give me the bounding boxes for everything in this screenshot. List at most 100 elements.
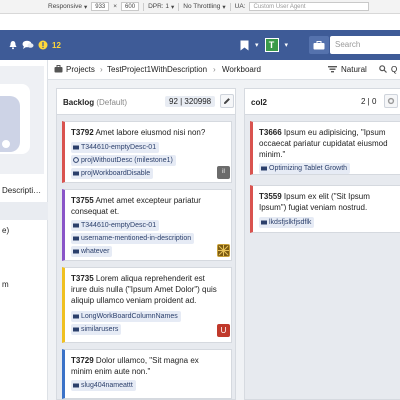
task-card[interactable]: T3792 Amet labore eiusmod nisi non? T344…: [62, 121, 232, 183]
briefcase-icon: [73, 248, 79, 254]
column-settings-button[interactable]: [384, 94, 398, 108]
project-tag[interactable]: T344610-emptyDesc-01: [71, 142, 160, 153]
sort-icon: [328, 65, 337, 75]
briefcase-icon[interactable]: [309, 36, 329, 54]
devtools-responsive-bar: Responsive ▾ 933 × 600 DPR: 1 ▾ No Throt…: [0, 0, 400, 14]
throttle-select[interactable]: No Throttling ▾: [183, 3, 225, 11]
task-card-title[interactable]: T3729 Dolor ullamco, "Sit magna ex minim…: [71, 355, 221, 377]
filter-button[interactable]: Q: [391, 65, 397, 74]
task-card[interactable]: T3559 Ipsum ex elit ("Sit Ipsum Ipsum") …: [250, 185, 400, 233]
tag-label: slug404nameattt: [81, 382, 133, 389]
tag-label: lkdsfjslkfjsdflk: [269, 219, 312, 226]
warning-icon[interactable]: [38, 40, 48, 50]
tag-label: similarusers: [81, 326, 119, 333]
briefcase-icon: [73, 313, 79, 319]
project-tag[interactable]: projWorkboardDisable: [71, 168, 154, 179]
task-card-title[interactable]: T3666 Ipsum eu adipisicing, "Ipsum occae…: [259, 127, 399, 160]
project-image-circle: [0, 138, 12, 150]
tag-label: LongWorkBoardColumnNames: [81, 313, 178, 320]
ua-input[interactable]: Custom User Agent: [249, 2, 370, 11]
top-navigation: 12 ▾ T ▾ Search: [0, 30, 400, 60]
tag-label: projWithoutDesc (milestone1): [81, 157, 173, 164]
workboard-column-col2: col2 2 | 0 T3666 Ipsum eu adipisicing, "…: [244, 88, 400, 400]
breadcrumb-project[interactable]: TestProject1WithDescription: [107, 65, 207, 74]
milestone-icon: [73, 156, 79, 163]
project-tag[interactable]: Optimizing Tablet Growth: [259, 163, 351, 174]
task-card-title[interactable]: T3735 Lorem aliqua reprehenderit est iru…: [71, 273, 221, 306]
briefcase-icon: [73, 382, 79, 388]
task-card-title[interactable]: T3792 Amet labore eiusmod nisi non?: [71, 127, 226, 138]
viewport-top-gap: [0, 14, 400, 30]
side-item-m[interactable]: m: [0, 280, 48, 289]
filter-search-icon[interactable]: [379, 65, 387, 75]
dpr-label: DPR: 1: [148, 3, 170, 10]
chat-icon[interactable]: [22, 40, 34, 50]
edit-column-button[interactable]: [220, 94, 234, 108]
column-title-text: col2: [251, 98, 268, 107]
user-avatar[interactable]: T: [264, 38, 279, 52]
throttle-label: No Throttling: [183, 3, 221, 10]
column-header: Backlog (Default) 92 | 320998: [57, 89, 235, 115]
project-tag[interactable]: similarusers: [71, 324, 122, 335]
tag-label: whatever: [81, 248, 110, 255]
project-tag[interactable]: projWithoutDesc (milestone1): [71, 155, 176, 166]
column-title-text: Backlog: [63, 98, 95, 107]
divider: [143, 2, 145, 11]
project-tag[interactable]: lkdsfjslkfjsdflk: [259, 217, 315, 228]
tag-label: T344610-emptyDesc-01: [81, 222, 157, 229]
task-card[interactable]: T3729 Dolor ullamco, "Sit magna ex minim…: [62, 349, 232, 399]
task-id: T3792: [71, 128, 94, 137]
search-input[interactable]: Search: [330, 36, 400, 54]
ua-label: UA:: [234, 3, 246, 10]
owner-avatar[interactable]: il: [217, 166, 230, 179]
tag-label: projWorkboardDisable: [81, 170, 151, 177]
notification-count: 12: [52, 40, 61, 50]
sort-natural-button[interactable]: Natural: [341, 65, 367, 74]
caret-down-icon[interactable]: ▾: [255, 41, 259, 49]
task-id: T3735: [71, 274, 94, 283]
briefcase-icon: [73, 326, 79, 332]
project-tag[interactable]: slug404nameattt: [71, 380, 136, 391]
project-tag[interactable]: T344610-emptyDesc-01: [71, 220, 160, 231]
task-id: T3666: [259, 128, 282, 137]
breadcrumb-workboard[interactable]: Workboard: [222, 65, 261, 74]
task-card[interactable]: T3735 Lorem aliqua reprehenderit est iru…: [62, 267, 232, 343]
column-header: col2 2 | 0: [245, 89, 400, 115]
column-title: Backlog (Default): [63, 98, 127, 107]
tag-label: Optimizing Tablet Growth: [269, 165, 348, 172]
task-card-title[interactable]: T3559 Ipsum ex elit ("Sit Ipsum Ipsum") …: [259, 191, 399, 213]
side-item-description[interactable]: Descripti…: [0, 186, 48, 195]
divider: [178, 2, 180, 11]
briefcase-icon: [73, 144, 79, 150]
briefcase-icon: [73, 170, 79, 176]
side-item-e[interactable]: e): [0, 226, 48, 235]
bookmark-icon[interactable]: [240, 40, 249, 51]
task-card-title[interactable]: T3755 Amet amet excepteur pariatur conse…: [71, 195, 221, 217]
column-points: 2 | 0: [361, 97, 377, 106]
dpr-select[interactable]: DPR: 1 ▾: [148, 3, 174, 11]
breadcrumb: Projects › TestProject1WithDescription ›…: [48, 60, 400, 80]
briefcase-icon: [261, 219, 267, 225]
task-id: T3559: [259, 192, 282, 201]
task-card[interactable]: T3755 Amet amet excepteur pariatur conse…: [62, 189, 232, 261]
column-title: col2: [251, 98, 267, 107]
workboard-column-backlog: Backlog (Default) 92 | 320998 T3792 Amet…: [56, 88, 236, 400]
owner-avatar[interactable]: [217, 244, 230, 257]
project-side-panel: Descripti… e) m: [0, 60, 48, 400]
project-tag[interactable]: whatever: [71, 246, 113, 257]
task-card[interactable]: T3666 Ipsum eu adipisicing, "Ipsum occae…: [250, 121, 400, 175]
bell-icon[interactable]: [8, 40, 18, 50]
breadcrumb-projects[interactable]: Projects: [66, 65, 95, 74]
project-tag[interactable]: LongWorkBoardColumnNames: [71, 311, 181, 322]
device-label: Responsive: [48, 3, 82, 10]
owner-avatar[interactable]: U: [217, 324, 230, 337]
project-image: [0, 66, 44, 174]
task-id: T3755: [71, 196, 94, 205]
column-default-label: (Default): [96, 98, 128, 107]
caret-down-icon[interactable]: ▾: [285, 41, 289, 49]
side-item-selected[interactable]: [0, 202, 48, 220]
viewport-width-input[interactable]: 933: [91, 2, 110, 11]
project-tag[interactable]: username-mentioned-in-description: [71, 233, 195, 244]
device-select[interactable]: Responsive ▾: [48, 3, 87, 11]
viewport-height-input[interactable]: 600: [121, 2, 140, 11]
